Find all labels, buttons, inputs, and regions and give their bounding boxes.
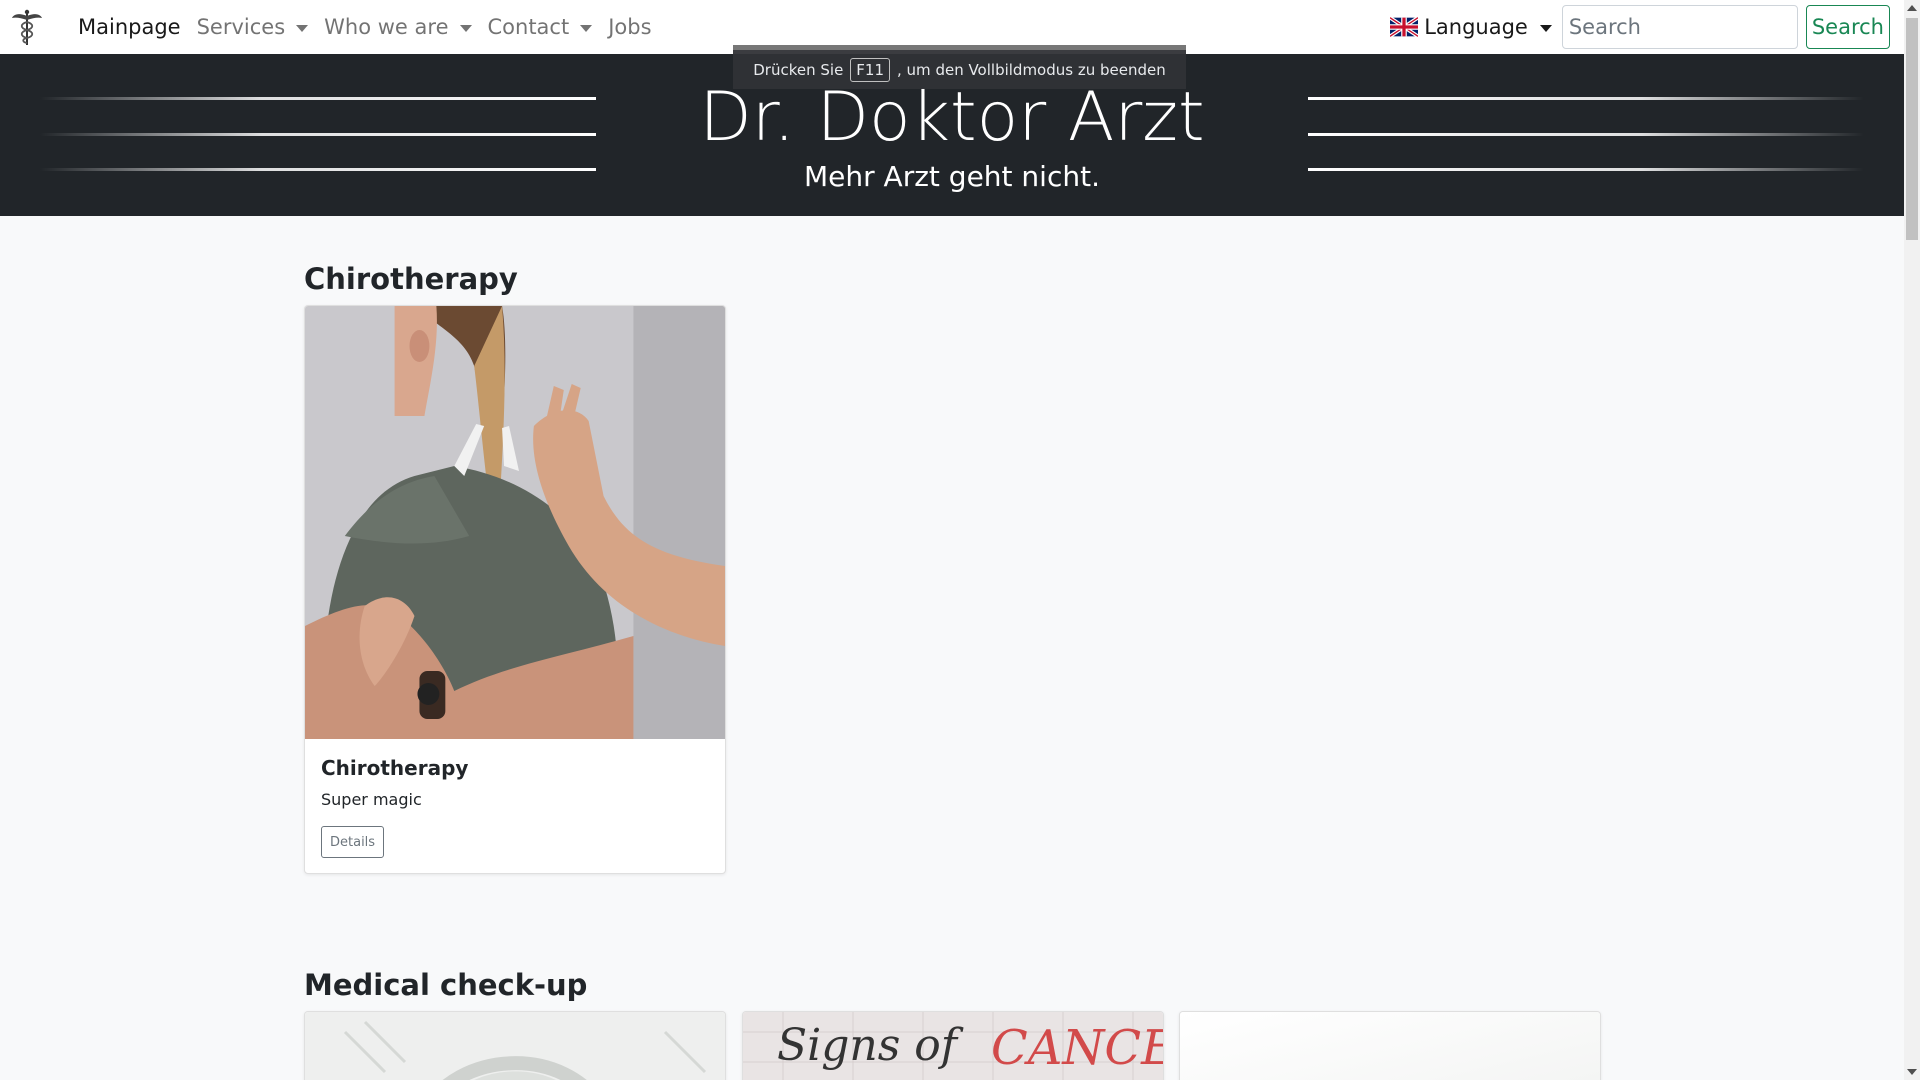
fullscreen-notice-before: Drücken Sie [753,60,844,79]
service-card [304,1011,726,1080]
medical-device-photo [305,1012,725,1080]
chevron-down-icon [1539,24,1552,32]
section-title-chirotherapy: Chirotherapy [304,262,518,296]
card-text: Super magic [321,790,422,809]
hero-title: Dr. Doktor Arzt [699,78,1205,157]
nav-contact-dropdown[interactable]: Contact [480,15,601,39]
service-card [1179,1011,1601,1080]
nav-services-dropdown[interactable]: Services [189,15,317,39]
language-label: Language [1424,15,1528,39]
nav-links: Mainpage Services Who we are Contact Job… [70,15,660,39]
uk-flag-icon [1390,17,1419,37]
scrollbar-thumb[interactable] [1906,18,1918,240]
nav-jobs-label: Jobs [608,15,652,39]
nav-services-label: Services [196,15,286,39]
card-image-text: Signs of [777,1020,958,1071]
service-card: Signs of CANCER [742,1011,1164,1080]
vertical-scrollbar[interactable] [1904,0,1920,1080]
search-input[interactable] [1561,5,1798,49]
fullscreen-notice-after: , um den Vollbildmodus zu beenden [897,60,1166,79]
page: Mainpage Services Who we are Contact Job… [0,0,1904,1080]
language-dropdown[interactable]: Language [1390,15,1552,39]
chevron-down-icon [580,24,593,32]
card-image-text: CANCER [991,1020,1163,1076]
fullscreen-exit-notice: Drücken Sie F11 , um den Vollbildmodus z… [733,45,1186,89]
nav-right: Language Search [1390,5,1890,49]
chirotherapy-photo [305,306,725,739]
card-photo [1180,1012,1600,1080]
nav-who-we-are-label: Who we are [324,15,449,39]
search-button[interactable]: Search [1805,5,1890,49]
hero-subtitle: Mehr Arzt geht nicht. [804,160,1100,193]
nav-jobs[interactable]: Jobs [600,15,659,39]
chevron-down-icon [459,24,472,32]
caduceus-icon [12,9,42,45]
details-button[interactable]: Details [321,826,385,858]
f11-key: F11 [850,57,891,82]
chevron-down-icon [296,24,309,32]
section-title-medical-check-up: Medical check-up [304,968,588,1002]
nav-mainpage-label: Mainpage [78,15,181,39]
card-title: Chirotherapy [321,756,469,780]
scroll-up-icon[interactable] [1907,5,1917,11]
nav-who-we-are-dropdown[interactable]: Who we are [316,15,479,39]
nav-contact-label: Contact [487,15,570,39]
scroll-down-icon[interactable] [1907,1069,1917,1075]
brand-logo[interactable] [0,0,54,54]
nav-mainpage[interactable]: Mainpage [70,15,189,39]
service-card: Chirotherapy Super magic Details [304,305,726,874]
